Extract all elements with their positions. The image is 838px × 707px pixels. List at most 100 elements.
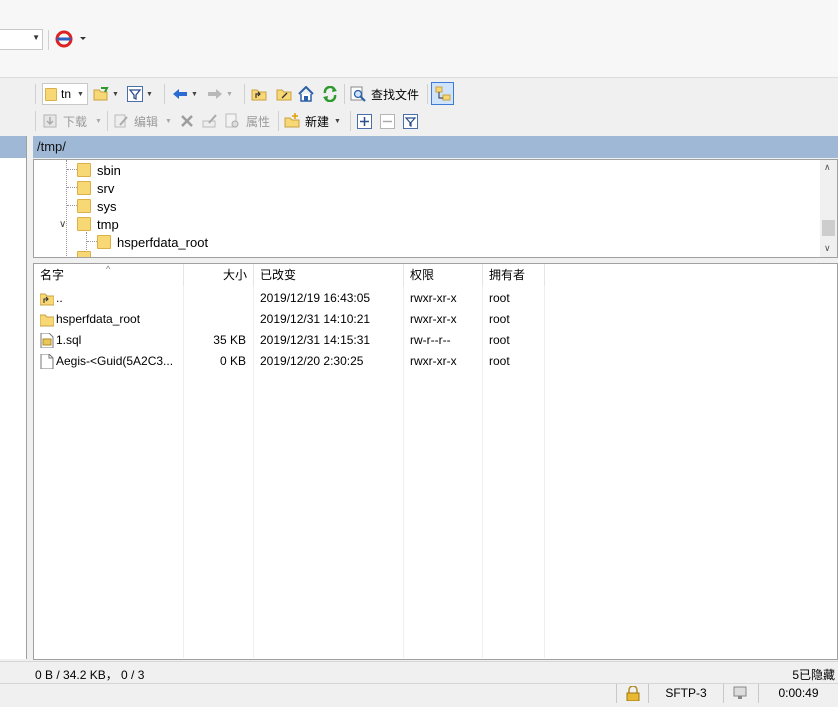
toolbar-separator [48, 30, 49, 50]
file-icon [40, 353, 54, 370]
remote-directory-tree: sbin srv sys ∨ tmp hsperfdata_root ∧ ∨ [33, 159, 838, 258]
folder-icon [45, 87, 57, 101]
chevron-down-icon: ▼ [226, 90, 233, 98]
arrow-left-icon [172, 86, 188, 102]
tree-scrollbar[interactable]: ∧ ∨ [820, 160, 837, 257]
file-name: hsperfdata_root [56, 312, 141, 326]
file-rights: rwxr-xr-x [410, 312, 457, 326]
download-button[interactable]: 下载 ▼ [42, 110, 102, 132]
download-icon [42, 113, 58, 129]
file-owner: root [489, 291, 510, 305]
remote-path: /tmp/ [37, 139, 66, 154]
remote-location-combo[interactable]: tn ▼ [42, 83, 88, 105]
tree-toggle-button[interactable] [431, 82, 454, 105]
synchronize-button[interactable] [52, 28, 88, 50]
toolbar-separator [350, 111, 351, 131]
toolbar-separator [278, 111, 279, 131]
column-header-modified[interactable]: 已改变 [254, 264, 404, 286]
column-label: 大小 [222, 268, 247, 282]
file-owner: root [489, 312, 510, 326]
compression-indicator[interactable] [723, 684, 758, 703]
refresh-icon [322, 85, 338, 103]
find-icon [350, 86, 366, 102]
toolbar-separator [35, 111, 36, 131]
file-name: Aegis-<Guid(5A2C3... [56, 354, 174, 368]
chevron-down-icon: ▼ [146, 90, 153, 98]
file-size: 0 KB [219, 354, 246, 368]
remove-button[interactable] [380, 110, 395, 132]
filter-icon [127, 86, 143, 102]
parent-directory-button[interactable] [251, 83, 267, 105]
tree-line [67, 187, 77, 188]
filter-icon [403, 113, 418, 129]
file-name: .. [56, 291, 63, 305]
file-modified: 2019/12/31 14:15:31 [260, 333, 371, 347]
file-owner: root [489, 354, 510, 368]
sql-file-icon [40, 332, 54, 349]
file-row[interactable]: Aegis-<Guid(5A2C3... 0 KB 2019/12/20 2:3… [34, 351, 554, 372]
local-pane [0, 136, 27, 659]
tree-item[interactable]: srv [77, 179, 114, 197]
chevron-down-icon: ▼ [77, 90, 84, 98]
column-header-owner[interactable]: 拥有者 [483, 264, 545, 286]
chevron-down-icon[interactable]: ∨ [59, 219, 73, 230]
forward-button[interactable]: ▼ [207, 83, 233, 105]
find-files-button[interactable]: 查找文件 [350, 83, 419, 105]
new-folder-icon [284, 113, 300, 129]
find-files-label: 查找文件 [371, 87, 420, 102]
tree-item-selected[interactable]: ∨ tmp [59, 215, 119, 233]
open-directory-button[interactable]: ▼ [93, 83, 119, 105]
tree-item[interactable]: sys [77, 197, 117, 215]
chevron-up-icon[interactable]: ∧ [824, 162, 831, 173]
chevron-down-icon: ▼ [112, 90, 119, 98]
encryption-indicator[interactable] [616, 684, 648, 703]
delete-icon [179, 113, 195, 129]
file-rights: rwxr-xr-x [410, 354, 457, 368]
edit-button[interactable]: 编辑 ▼ [113, 110, 172, 132]
new-label: 新建 [305, 114, 330, 129]
new-button[interactable]: 新建 ▼ [284, 110, 341, 132]
tree-item[interactable]: hsperfdata_root [97, 233, 208, 251]
tree-item[interactable]: sbin [77, 161, 121, 179]
delete-button[interactable] [179, 110, 195, 132]
download-label: 下载 [63, 114, 88, 129]
toolbar-separator [344, 84, 345, 104]
rename-icon [202, 113, 218, 129]
properties-button[interactable]: 属性 [224, 110, 270, 132]
rename-button[interactable] [202, 110, 218, 132]
remote-path-bar[interactable]: /tmp/ [33, 136, 838, 158]
scrollbar-thumb[interactable] [822, 220, 835, 236]
back-button[interactable]: ▼ [172, 83, 198, 105]
file-row[interactable]: .. 2019/12/19 16:43:05 rwxr-xr-x root [34, 288, 554, 309]
column-label: 名字 [40, 268, 65, 282]
file-modified: 2019/12/20 2:30:25 [260, 354, 364, 368]
home-directory-button[interactable] [298, 83, 314, 105]
file-modified: 2019/12/19 16:43:05 [260, 291, 371, 305]
folder-icon [77, 181, 91, 195]
refresh-button[interactable] [322, 83, 338, 105]
home-icon [298, 85, 314, 102]
session-combo[interactable]: ▼ [0, 29, 43, 50]
column-header-rights[interactable]: 权限 [404, 264, 483, 286]
chevron-down-icon[interactable]: ∨ [824, 243, 831, 254]
file-row[interactable]: 1.sql 35 KB 2019/12/31 14:15:31 rw-r--r-… [34, 330, 554, 351]
column-header-size[interactable]: 大小 [184, 264, 254, 286]
file-row[interactable]: hsperfdata_root 2019/12/31 14:10:21 rwxr… [34, 309, 554, 330]
add-button[interactable] [357, 110, 372, 132]
protocol-indicator[interactable]: SFTP-3 [648, 684, 723, 703]
filter-button[interactable]: ▼ [127, 83, 153, 105]
select-filter-button[interactable] [403, 110, 418, 132]
hidden-count[interactable]: 5已隐藏 [792, 666, 835, 683]
column-header-name[interactable]: 名字 ^ [34, 264, 184, 286]
monitor-icon [733, 686, 749, 703]
column-label: 拥有者 [489, 268, 526, 282]
file-owner: root [489, 333, 510, 347]
root-directory-button[interactable] [276, 83, 292, 105]
folder-icon [97, 235, 111, 249]
parent-folder-icon [251, 86, 267, 102]
toolbar-separator [107, 111, 108, 131]
open-folder-icon [93, 86, 109, 102]
folder-icon [77, 251, 91, 257]
root-folder-icon [276, 86, 292, 102]
folder-icon [39, 312, 55, 327]
